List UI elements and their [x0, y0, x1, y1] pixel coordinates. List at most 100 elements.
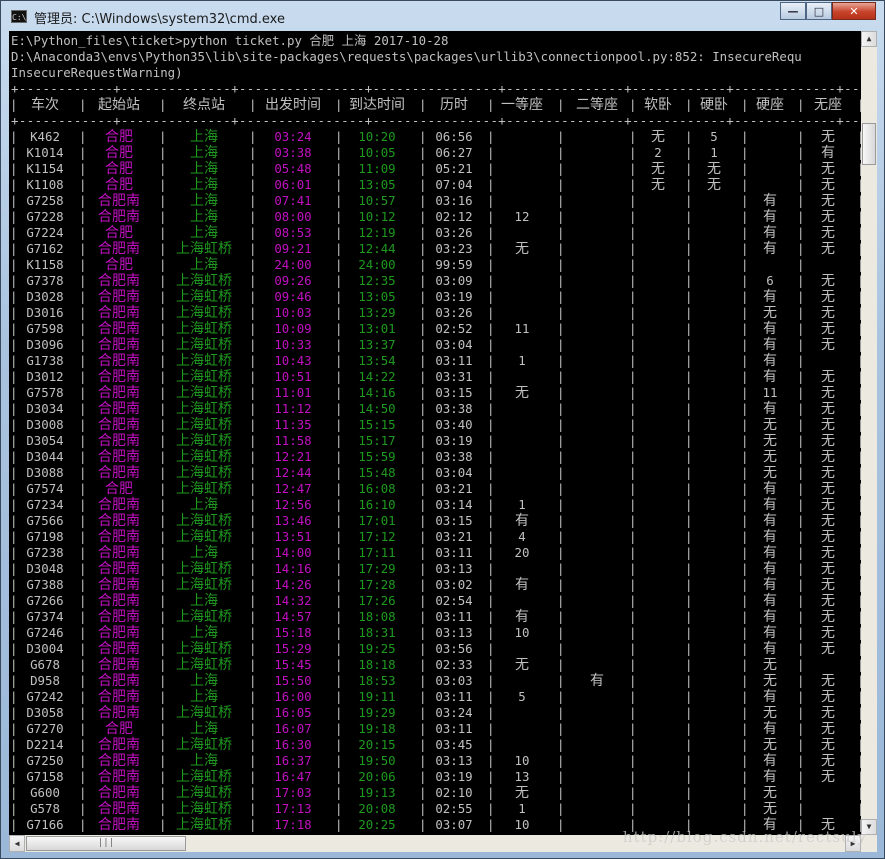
train-number: K462 — [30, 129, 60, 144]
departure-time: 12:56 — [274, 497, 312, 512]
train-number: D3012 — [26, 369, 64, 384]
train-number: G7566 — [26, 513, 64, 528]
departure-time: 11:35 — [274, 417, 312, 432]
train-number: G7598 — [26, 321, 64, 336]
console-output[interactable]: E:\Python_files\ticket>python ticket.py … — [9, 31, 861, 835]
hard-sleeper — [689, 705, 739, 721]
duration: 03:26 — [435, 225, 473, 240]
no-seat: 无 — [821, 737, 835, 753]
soft-sleeper — [633, 737, 683, 753]
hard-seat: 有 — [763, 769, 777, 785]
hard-seat: 无 — [763, 673, 777, 689]
table-row: | | | | | | | | | | | | | D3088 合肥南 上海虹桥 12:44 15:48 03:04… — [9, 465, 861, 481]
destination-station: 上海虹桥 — [176, 289, 232, 305]
hard-sleeper — [689, 385, 739, 401]
table-row: | | | | | | | | | | | | | D958 合肥南 上海 15:50 18:53 03:03 有无无 — [9, 673, 861, 689]
destination-station: 上海 — [190, 673, 218, 689]
hard-sleeper — [689, 241, 739, 257]
hard-seat: 有 — [763, 337, 777, 353]
second-class-seat — [561, 641, 633, 657]
train-number: G1738 — [26, 353, 64, 368]
duration: 03:19 — [435, 769, 473, 784]
second-class-seat — [561, 177, 633, 193]
soft-sleeper — [633, 369, 683, 385]
destination-station: 上海虹桥 — [176, 657, 232, 673]
table-row: | | | | | | | | | | | | | G7246 合肥南 上海 15:18 18:31 03:13 10… — [9, 625, 861, 641]
duration: 03:11 — [435, 721, 473, 736]
second-class-seat — [561, 433, 633, 449]
origin-station: 合肥 — [105, 257, 133, 273]
train-number: G678 — [30, 657, 60, 672]
arrival-time: 12:19 — [358, 225, 396, 240]
arrival-time: 17:26 — [358, 593, 396, 608]
first-class-seat — [491, 673, 553, 689]
hard-seat: 有 — [763, 577, 777, 593]
vertical-scrollbar[interactable]: ▲ ▼ — [861, 31, 877, 835]
no-seat: 无 — [821, 273, 835, 289]
hard-sleeper — [689, 545, 739, 561]
departure-time: 03:24 — [274, 129, 312, 144]
train-number: G7162 — [26, 241, 64, 256]
table-row: | | | | | | | | | | | | | G7224 合肥 上海 08:53 12:19 03:26 有无 — [9, 225, 861, 241]
hard-sleeper: 5 — [710, 129, 718, 144]
arrival-time: 14:50 — [358, 401, 396, 416]
hard-sleeper — [689, 625, 739, 641]
second-class-seat — [561, 257, 633, 273]
no-seat — [801, 353, 855, 369]
hard-seat: 有 — [763, 641, 777, 657]
train-number: G7198 — [26, 529, 64, 544]
train-number: G7574 — [26, 481, 64, 496]
no-seat: 无 — [821, 705, 835, 721]
arrival-time: 20:06 — [358, 769, 396, 784]
destination-station: 上海虹桥 — [176, 449, 232, 465]
header-hard-seat: 硬座 — [756, 97, 784, 113]
header-hard-sleeper: 硬卧 — [700, 97, 728, 113]
train-number: G7258 — [26, 193, 64, 208]
destination-station: 上海虹桥 — [176, 705, 232, 721]
train-number: G7270 — [26, 721, 64, 736]
departure-time: 15:50 — [274, 673, 312, 688]
train-number: D2214 — [26, 737, 64, 752]
soft-sleeper — [633, 321, 683, 337]
soft-sleeper — [633, 769, 683, 785]
arrival-time: 15:48 — [358, 465, 396, 480]
table-row: | | | | | | | | | | | | | D3096 合肥南 上海虹桥 10:33 13:37 03:04… — [9, 337, 861, 353]
first-class-seat: 5 — [518, 689, 526, 704]
arrival-time: 17:12 — [358, 529, 396, 544]
departure-time: 12:21 — [274, 449, 312, 464]
title-bar[interactable]: C:\ 管理员: C:\Windows\system32\cmd.exe — □… — [1, 1, 884, 31]
hard-seat: 无 — [763, 801, 777, 817]
close-button[interactable]: ✕ — [832, 2, 876, 20]
first-class-seat — [491, 449, 553, 465]
arrival-time: 15:15 — [358, 417, 396, 432]
origin-station: 合肥南 — [98, 577, 140, 593]
departure-time: 16:07 — [274, 721, 312, 736]
scroll-up-arrow-icon[interactable]: ▲ — [861, 31, 877, 47]
hard-seat: 无 — [763, 433, 777, 449]
horizontal-scroll-thumb[interactable]: ||| — [26, 836, 186, 851]
maximize-button[interactable]: □ — [806, 2, 832, 20]
first-class-seat — [491, 465, 553, 481]
origin-station: 合肥南 — [98, 289, 140, 305]
vertical-scroll-thumb[interactable] — [862, 123, 876, 165]
soft-sleeper — [633, 657, 683, 673]
table-row: | | | | | | | | | | | | | D2214 合肥南 上海虹桥 16:30 20:15 03:45… — [9, 737, 861, 753]
no-seat: 无 — [821, 401, 835, 417]
first-class-seat: 13 — [514, 769, 530, 784]
no-seat — [801, 257, 855, 273]
duration: 03:56 — [435, 641, 473, 656]
duration: 06:56 — [435, 129, 473, 144]
first-class-seat: 有 — [515, 609, 529, 625]
destination-station: 上海虹桥 — [176, 817, 232, 833]
departure-time: 03:38 — [274, 145, 312, 160]
no-seat: 无 — [821, 577, 835, 593]
arrival-time: 13:05 — [358, 177, 396, 192]
origin-station: 合肥 — [105, 225, 133, 241]
scroll-left-arrow-icon[interactable]: ◀ — [9, 835, 25, 852]
hard-sleeper — [689, 593, 739, 609]
soft-sleeper — [633, 545, 683, 561]
header-no-seat: 无座 — [814, 97, 842, 113]
second-class-seat — [561, 513, 633, 529]
minimize-button[interactable]: — — [780, 2, 806, 20]
duration: 03:11 — [435, 689, 473, 704]
